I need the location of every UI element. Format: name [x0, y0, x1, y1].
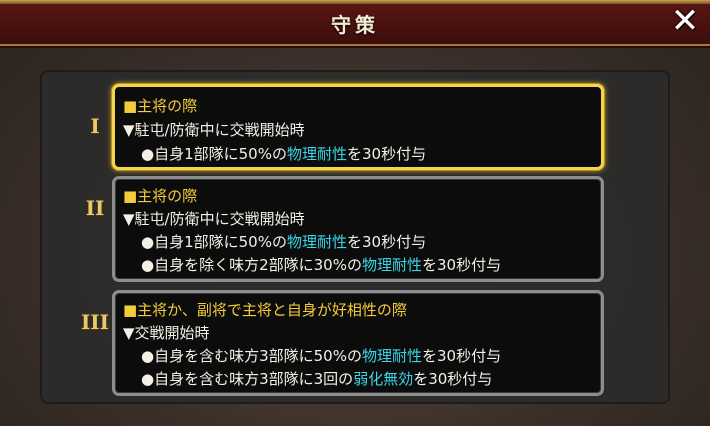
- effect-highlight: 物理耐性: [361, 347, 422, 365]
- effect-text: を30秒付与: [347, 145, 427, 163]
- policy-row-3: III ■主将か、副将で主将と自身が好相性の際 ▼交戦開始時 ●自身を含む味方3…: [40, 290, 670, 396]
- effect-text: を30秒付与: [347, 233, 427, 251]
- policy-trigger: ▼駐屯/防衛中に交戦開始時: [123, 121, 305, 139]
- policy-effect: ●自身1部隊に50%の物理耐性を30秒付与: [141, 144, 426, 164]
- effect-text: ●自身1部隊に50%の: [141, 145, 287, 163]
- policy-row-2: II ■主将の際 ▼駐屯/防衛中に交戦開始時 ●自身1部隊に50%の物理耐性を3…: [40, 176, 670, 282]
- policy-numeral: III: [80, 310, 110, 334]
- policy-effect: ●自身1部隊に50%の物理耐性を30秒付与: [141, 232, 426, 252]
- effect-text: を30秒付与: [422, 347, 502, 365]
- effect-highlight: 物理耐性: [286, 145, 347, 163]
- policy-card-3[interactable]: ■主将か、副将で主将と自身が好相性の際 ▼交戦開始時 ●自身を含む味方3部隊に5…: [112, 290, 604, 396]
- effect-highlight: 物理耐性: [286, 233, 347, 251]
- title-bar: 守策 ✕: [0, 0, 710, 46]
- effect-text: ●自身を除く味方2部隊に30%の: [141, 256, 362, 274]
- effect-highlight: 物理耐性: [361, 256, 422, 274]
- policy-condition: ■主将の際: [123, 97, 198, 115]
- policy-condition: ■主将か、副将で主将と自身が好相性の際: [123, 301, 407, 319]
- page-title: 守策: [331, 13, 379, 37]
- effect-text: ●自身を含む味方3部隊に3回の: [141, 370, 354, 388]
- policy-condition: ■主将の際: [123, 187, 198, 205]
- policy-numeral: I: [90, 114, 100, 138]
- policy-trigger: ▼駐屯/防衛中に交戦開始時: [123, 210, 305, 228]
- policy-effect: ●自身を含む味方3部隊に50%の物理耐性を30秒付与: [141, 346, 501, 366]
- effect-text: を30秒付与: [413, 370, 493, 388]
- effect-text: ●自身1部隊に50%の: [141, 233, 287, 251]
- policy-card-2[interactable]: ■主将の際 ▼駐屯/防衛中に交戦開始時 ●自身1部隊に50%の物理耐性を30秒付…: [112, 176, 604, 282]
- policy-row-1: I ■主将の際 ▼駐屯/防衛中に交戦開始時 ●自身1部隊に50%の物理耐性を30…: [40, 84, 670, 170]
- effect-text: を30秒付与: [422, 256, 502, 274]
- effect-text: ●自身を含む味方3部隊に50%の: [141, 347, 362, 365]
- policy-card-1[interactable]: ■主将の際 ▼駐屯/防衛中に交戦開始時 ●自身1部隊に50%の物理耐性を30秒付…: [112, 84, 604, 170]
- policy-trigger: ▼交戦開始時: [123, 324, 210, 342]
- effect-highlight: 弱化無効: [353, 370, 414, 388]
- policy-effect: ●自身を含む味方3部隊に3回の弱化無効を30秒付与: [141, 369, 492, 389]
- policy-panel: I ■主将の際 ▼駐屯/防衛中に交戦開始時 ●自身1部隊に50%の物理耐性を30…: [40, 70, 670, 404]
- policy-numeral: II: [85, 196, 105, 220]
- policy-effect: ●自身を除く味方2部隊に30%の物理耐性を30秒付与: [141, 255, 501, 275]
- close-icon[interactable]: ✕: [668, 4, 702, 38]
